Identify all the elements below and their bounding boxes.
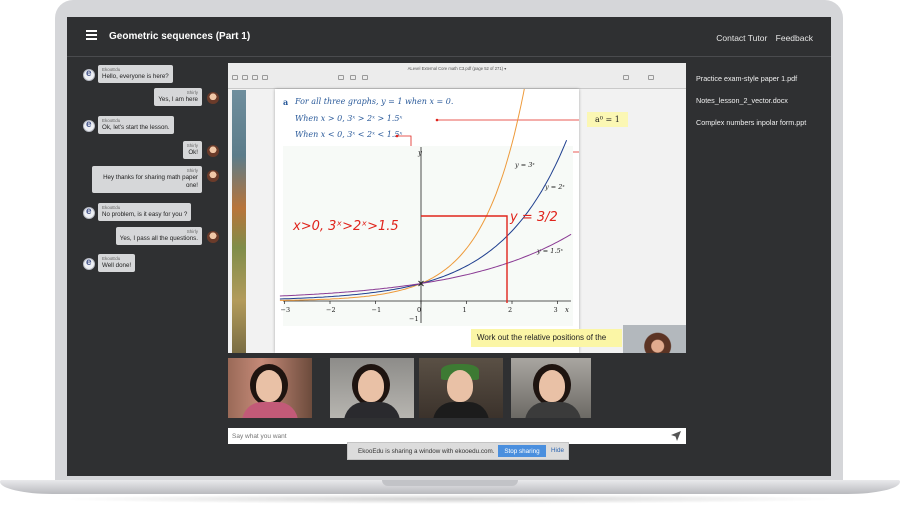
sharing-message: EkooEdu is sharing a window with ekooedu… [358, 448, 495, 455]
feedback-link[interactable]: Feedback [776, 33, 813, 43]
message-text: No problem, is it easy for you ? [102, 211, 188, 219]
sticky-note: a⁰ = 1 [587, 112, 628, 127]
message-text: Yes, I pass all the questions. [119, 235, 198, 243]
chat-panel: EkooEduHello, everyone is here? ShirlyYe… [81, 65, 231, 295]
message-text: Ok! [188, 149, 198, 157]
pdf-page: a For all three graphs, y = 1 when x = 0… [275, 89, 579, 353]
curve-label-3x: y = 3ˣ [514, 161, 535, 169]
zoom-in-icon[interactable] [252, 75, 258, 80]
chat-message: EkooEduOk, let's start the lesson. [81, 116, 231, 138]
text-icon[interactable] [350, 75, 356, 80]
x-axis-label: x [565, 306, 569, 314]
sharing-notification-bar: EkooEdu is sharing a window with ekooedu… [347, 442, 569, 460]
file-item[interactable]: Notes_lesson_2_vector.docx [696, 96, 826, 105]
graph-svg: yx−1 y = 3ˣy = 2ˣy = 1.5ˣ −3 −2 −1 0 1 2 3 x>0… [279, 89, 579, 326]
x-tick-label: 0 [417, 306, 421, 314]
ekooedu-avatar [83, 257, 95, 270]
handwriting-right: y = 3/2 [509, 210, 558, 225]
shirly-avatar [207, 231, 219, 243]
zoom-out-icon[interactable] [242, 75, 248, 80]
pen-icon[interactable] [623, 75, 629, 80]
shirly-avatar [207, 92, 219, 104]
send-icon[interactable] [671, 431, 681, 441]
x-tick-label: −3 [281, 306, 291, 314]
background-photo-strip [232, 90, 246, 353]
search-icon[interactable] [648, 75, 654, 80]
share-icon[interactable] [262, 75, 268, 80]
message-text: Ok, let's start the lesson. [102, 124, 170, 132]
ekooedu-avatar [83, 206, 95, 219]
shirly-avatar [207, 145, 219, 157]
pdf-toolbar: ALevel External Core math C3.pdf (page 5… [228, 63, 686, 89]
presenter-video [623, 325, 686, 353]
curve-label-1-5x: y = 1.5ˣ [536, 247, 564, 255]
laptop-shadow [50, 494, 850, 504]
chat-message: EkooEduHello, everyone is here? [81, 65, 231, 87]
file-item[interactable]: Practice exam-style paper 1.pdf [696, 74, 826, 83]
file-list: Practice exam-style paper 1.pdf Notes_le… [696, 74, 826, 140]
top-bar: Geometric sequences (Part 1) Contact Tut… [67, 17, 831, 57]
app-screen: Geometric sequences (Part 1) Contact Tut… [67, 17, 831, 476]
connector-dot [395, 134, 399, 138]
message-text: Hello, everyone is here? [102, 73, 169, 81]
lesson-title: Geometric sequences (Part 1) [109, 31, 251, 42]
x-tick-label: −1 [372, 306, 382, 314]
chat-message: EkooEduWell done! [81, 254, 231, 276]
document-title: ALevel External Core math C3.pdf (page 5… [407, 66, 507, 71]
top-links: Contact Tutor Feedback [710, 33, 813, 43]
participant-video[interactable] [330, 358, 414, 418]
participant-video[interactable] [419, 358, 503, 418]
chat-message: EkooEduNo problem, is it easy for you ? [81, 203, 231, 225]
x-tick-label: −2 [326, 306, 336, 314]
shirly-avatar [207, 170, 219, 182]
connector-dot [435, 118, 439, 122]
participant-video[interactable] [228, 358, 312, 418]
x-tick-label: 2 [508, 306, 512, 314]
participant-videos [228, 358, 608, 420]
chat-message: Shirly Yes, I am here [81, 88, 221, 110]
shared-window: ALevel External Core math C3.pdf (page 5… [228, 63, 686, 353]
chat-message: Shirly Ok! [81, 141, 221, 163]
y-tick-label: −1 [409, 315, 419, 323]
chat-message: Shirly Yes, I pass all the questions. [81, 227, 221, 249]
curve-label-2x: y = 2ˣ [544, 183, 565, 191]
hide-link[interactable]: Hide [551, 447, 564, 454]
shape-icon[interactable] [362, 75, 368, 80]
annotate-icon[interactable] [338, 75, 344, 80]
hamburger-menu-icon[interactable] [86, 30, 97, 40]
file-item[interactable]: Complex numbers inpolar form.ppt [696, 118, 826, 127]
ekooedu-avatar [83, 119, 95, 132]
participant-video[interactable] [511, 358, 591, 418]
handwriting-left: x>0, 3ˣ>2ˣ>1.5 [292, 219, 399, 234]
message-text: Yes, I am here [158, 96, 198, 104]
message-text: Hey thanks for sharing math paper one! [103, 174, 198, 190]
message-text: Well done! [102, 262, 132, 270]
chat-message: Shirly Hey thanks for sharing math paper … [81, 166, 221, 198]
x-tick-label: 3 [554, 306, 558, 314]
contact-tutor-link[interactable]: Contact Tutor [716, 33, 767, 43]
laptop-notch [382, 480, 518, 486]
sidebar-toggle-icon[interactable] [232, 75, 238, 80]
x-tick-label: 1 [463, 306, 467, 314]
ekooedu-avatar [83, 68, 95, 81]
stop-sharing-button[interactable]: Stop sharing [498, 445, 546, 457]
chat-input[interactable] [232, 430, 662, 442]
subtitle-caption: Work out the relative positions of the [471, 329, 622, 347]
